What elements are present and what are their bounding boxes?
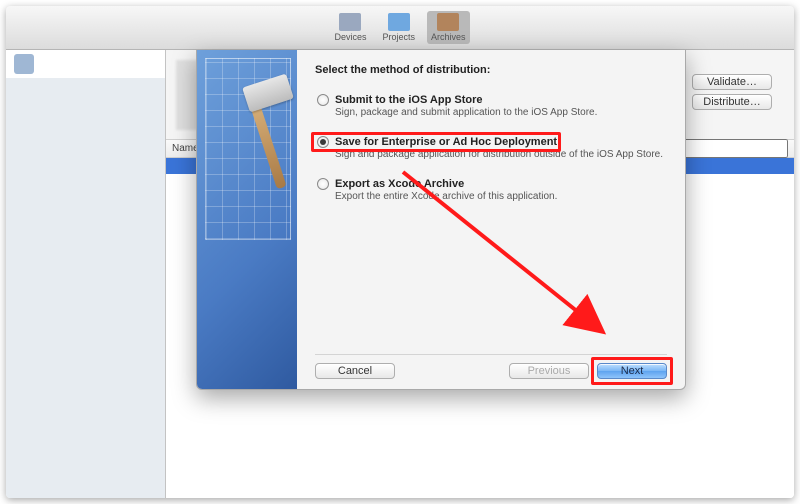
validate-button[interactable]: Validate…: [692, 74, 772, 90]
option-title: Save for Enterprise or Ad Hoc Deployment: [335, 136, 557, 148]
sidebar-item[interactable]: [6, 50, 165, 78]
tab-label: Projects: [382, 32, 415, 42]
projects-icon: [388, 13, 410, 31]
sidebar: [6, 50, 166, 498]
toolbar: Devices Projects Archives: [6, 6, 794, 50]
cancel-button[interactable]: Cancel: [315, 363, 395, 379]
sheet-content: Select the method of distribution: Submi…: [297, 50, 685, 389]
tab-label: Devices: [334, 32, 366, 42]
devices-icon: [339, 13, 361, 31]
sheet-footer: Cancel Previous Next: [315, 354, 667, 379]
tab-projects[interactable]: Projects: [378, 11, 419, 44]
tab-label: Archives: [431, 32, 466, 42]
radio-icon: [317, 94, 329, 106]
column-name: Name: [172, 143, 199, 154]
tab-devices[interactable]: Devices: [330, 11, 370, 44]
organizer-window: Devices Projects Archives Name 🔍: [6, 6, 794, 498]
option-title: Submit to the iOS App Store: [335, 94, 482, 106]
option-export-archive[interactable]: Export as Xcode Archive Export the entir…: [315, 178, 667, 202]
sheet-artwork: [197, 50, 297, 389]
right-actions: Validate… Distribute…: [692, 74, 772, 110]
radio-icon: [317, 136, 329, 148]
option-desc: Sign, package and submit application to …: [335, 107, 667, 118]
app-icon: [14, 54, 34, 74]
tab-archives[interactable]: Archives: [427, 11, 470, 44]
option-submit-appstore[interactable]: Submit to the iOS App Store Sign, packag…: [315, 94, 667, 118]
option-desc: Export the entire Xcode archive of this …: [335, 191, 667, 202]
archives-icon: [437, 13, 459, 31]
radio-icon: [317, 178, 329, 190]
distribution-sheet: Select the method of distribution: Submi…: [196, 50, 686, 390]
hammer-icon: [235, 80, 293, 190]
option-title: Export as Xcode Archive: [335, 178, 464, 190]
distribute-button[interactable]: Distribute…: [692, 94, 772, 110]
previous-button: Previous: [509, 363, 589, 379]
next-button[interactable]: Next: [597, 363, 667, 379]
sheet-heading: Select the method of distribution:: [315, 64, 667, 76]
option-enterprise-adhoc[interactable]: Save for Enterprise or Ad Hoc Deployment…: [315, 136, 667, 160]
option-desc: Sign and package application for distrib…: [335, 149, 667, 160]
